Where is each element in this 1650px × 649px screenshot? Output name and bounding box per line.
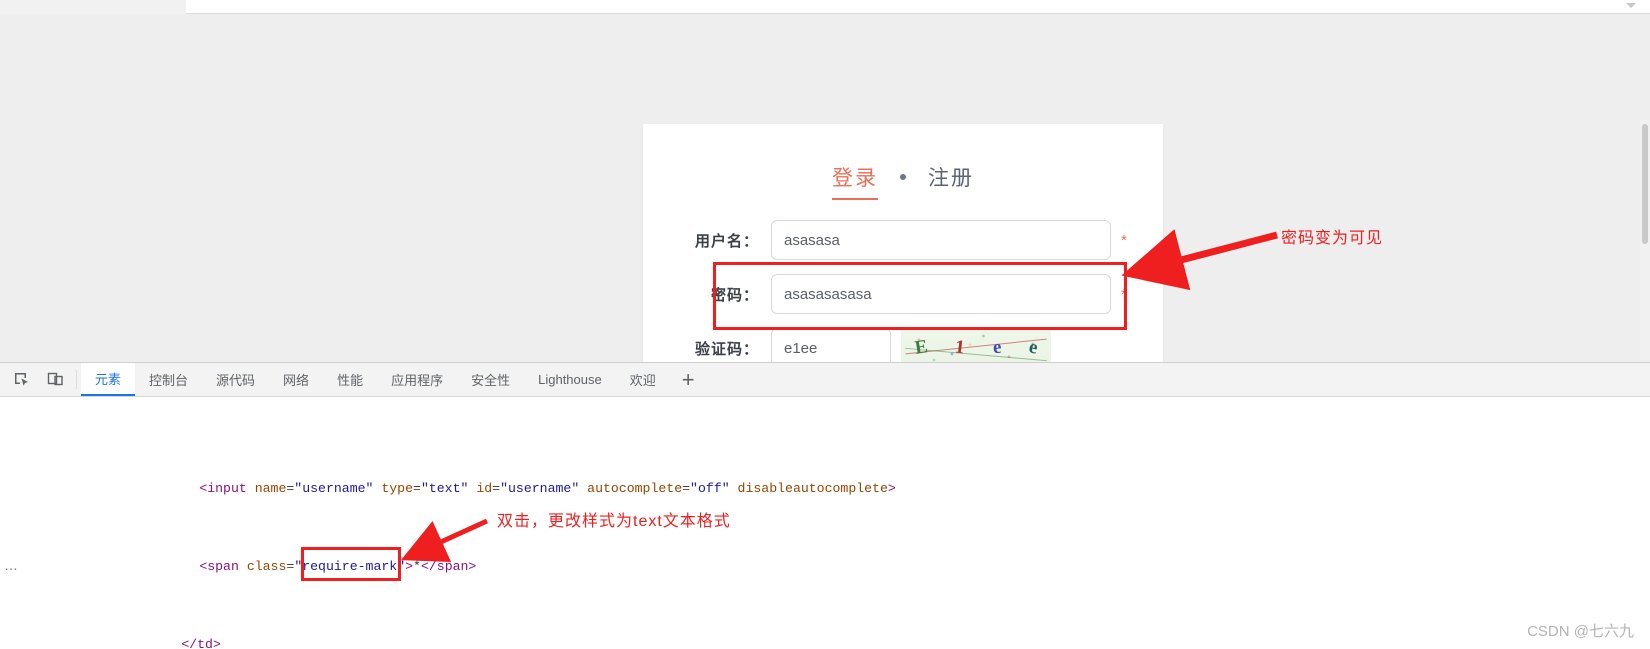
page-scrollbar[interactable] (1640, 120, 1650, 360)
page-scrollbar-thumb[interactable] (1642, 124, 1648, 244)
dom-attr-name: type (381, 481, 414, 496)
screenshot-root: 登录 注册 用户名： * 密码： * 验证码： (0, 0, 1650, 649)
dom-attr-value: "off" (690, 481, 730, 496)
browser-page-area: 登录 注册 用户名： * 密码： * 验证码： (0, 0, 1650, 372)
dom-attr-name: name (254, 481, 287, 496)
dom-attr-name: autocomplete (587, 481, 683, 496)
dom-attr-name: id (476, 481, 493, 496)
dom-tag-close: > (887, 481, 896, 496)
username-required-mark: * (1121, 231, 1127, 249)
browser-chrome-strip (186, 0, 1650, 14)
tab-application[interactable]: 应用程序 (377, 363, 457, 396)
dom-attr-value: "text" (420, 481, 469, 496)
chevron-down-icon[interactable] (1626, 3, 1636, 8)
dom-attr-value: "username" (294, 481, 374, 496)
captcha-char-3: e (991, 336, 1002, 359)
dom-breadcrumb-overflow[interactable]: … (4, 557, 19, 573)
dom-tag-open: <input (199, 481, 247, 496)
dom-tree[interactable]: <input name="username" type="text" id="u… (0, 397, 1650, 649)
tab-network[interactable]: 网络 (269, 363, 323, 396)
dom-attr-value: "require-mark" (294, 559, 406, 574)
tab-sources[interactable]: 源代码 (202, 363, 269, 396)
dom-text-node: * (413, 559, 421, 574)
tab-register[interactable]: 注册 (928, 162, 974, 200)
dom-line-input-username[interactable]: <input name="username" type="text" id="u… (0, 460, 1650, 496)
watermark: CSDN @七六九 (1527, 623, 1634, 640)
tab-welcome[interactable]: 欢迎 (616, 363, 670, 396)
browser-chrome-left (0, 0, 186, 14)
dom-line-span-require-mark[interactable]: <span class="require-mark">*</span> (0, 538, 1650, 574)
captcha-char-1: E (913, 336, 930, 359)
annotation-double-click-hint: 双击，更改样式为text文本格式 (497, 513, 731, 530)
login-form: 用户名： * 密码： * 验证码： E (643, 220, 1163, 368)
tab-security[interactable]: 安全性 (457, 363, 524, 396)
tab-lighthouse[interactable]: Lighthouse (524, 363, 616, 396)
tab-separator-dot (900, 174, 906, 180)
dom-attr-value: "username" (500, 481, 580, 496)
password-required-mark: * (1121, 285, 1127, 303)
username-input[interactable] (771, 220, 1111, 260)
password-input[interactable] (771, 274, 1111, 314)
captcha-char-2: 1 (954, 336, 967, 359)
captcha-label: 验证码： (694, 340, 759, 358)
form-row-password: 密码： * (643, 274, 1163, 314)
devtools-panel: 元素 控制台 源代码 网络 性能 应用程序 安全性 Lighthouse 欢迎 … (0, 362, 1650, 649)
dom-tag-open: <span (199, 559, 239, 574)
captcha-char-4: e (1026, 336, 1040, 359)
tab-login[interactable]: 登录 (832, 162, 878, 200)
username-label: 用户名： (694, 232, 759, 250)
dom-line-close-td[interactable]: </td> (0, 616, 1650, 649)
password-label: 密码： (710, 286, 759, 304)
tab-performance[interactable]: 性能 (323, 363, 377, 396)
dom-tag-close: </span> (420, 559, 477, 574)
annotation-password-visible: 密码变为可见 (1281, 230, 1384, 247)
tab-console[interactable]: 控制台 (135, 363, 202, 396)
form-row-username: 用户名： * (643, 220, 1163, 260)
login-card: 登录 注册 用户名： * 密码： * 验证码： (643, 124, 1163, 372)
dom-attr-name: class (246, 559, 287, 574)
add-tab-button[interactable]: + (670, 363, 707, 396)
dom-tag-close: </td> (181, 637, 221, 649)
device-toolbar-icon[interactable] (38, 363, 72, 396)
dom-tag-close: > (405, 559, 414, 574)
login-register-tabs: 登录 注册 (643, 124, 1163, 200)
toolbar-divider (76, 370, 77, 389)
devtools-toolbar: 元素 控制台 源代码 网络 性能 应用程序 安全性 Lighthouse 欢迎 … (0, 363, 1650, 397)
tab-elements[interactable]: 元素 (81, 363, 136, 396)
dom-attr-name: disableautocomplete (737, 481, 888, 496)
inspect-element-icon[interactable] (4, 363, 38, 396)
